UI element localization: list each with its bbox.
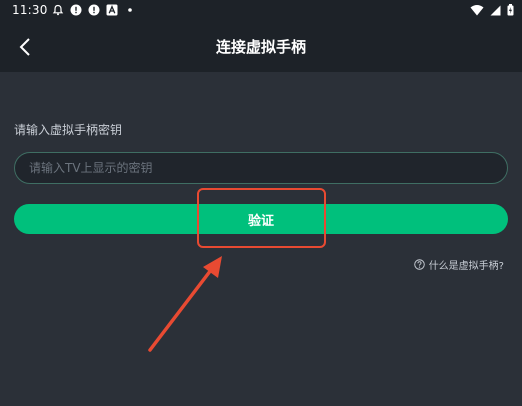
battery-icon <box>507 4 514 16</box>
status-bar: 11:30 <box>0 0 522 22</box>
alert-icon <box>88 4 100 16</box>
app-bar: 连接虚拟手柄 <box>0 22 522 72</box>
dot-icon <box>128 8 132 12</box>
status-notification-icons <box>52 4 136 16</box>
key-field-label: 请输入虚拟手柄密钥 <box>14 123 123 137</box>
bell-icon <box>52 4 64 16</box>
status-time: 11:30 <box>12 3 48 17</box>
a-box-icon <box>106 4 118 16</box>
alert-icon <box>70 4 82 16</box>
help-link-label: 什么是虚拟手柄? <box>428 261 504 272</box>
question-circle-icon <box>413 259 425 270</box>
what-is-virtual-gamepad-link[interactable]: 什么是虚拟手柄? <box>413 257 504 272</box>
virtual-gamepad-key-input[interactable] <box>14 152 508 184</box>
signal-icon <box>490 5 501 16</box>
status-system-icons <box>470 4 514 16</box>
page-title: 连接虚拟手柄 <box>215 38 306 56</box>
wifi-icon <box>470 5 484 16</box>
annotation-highlight-box <box>197 188 326 248</box>
